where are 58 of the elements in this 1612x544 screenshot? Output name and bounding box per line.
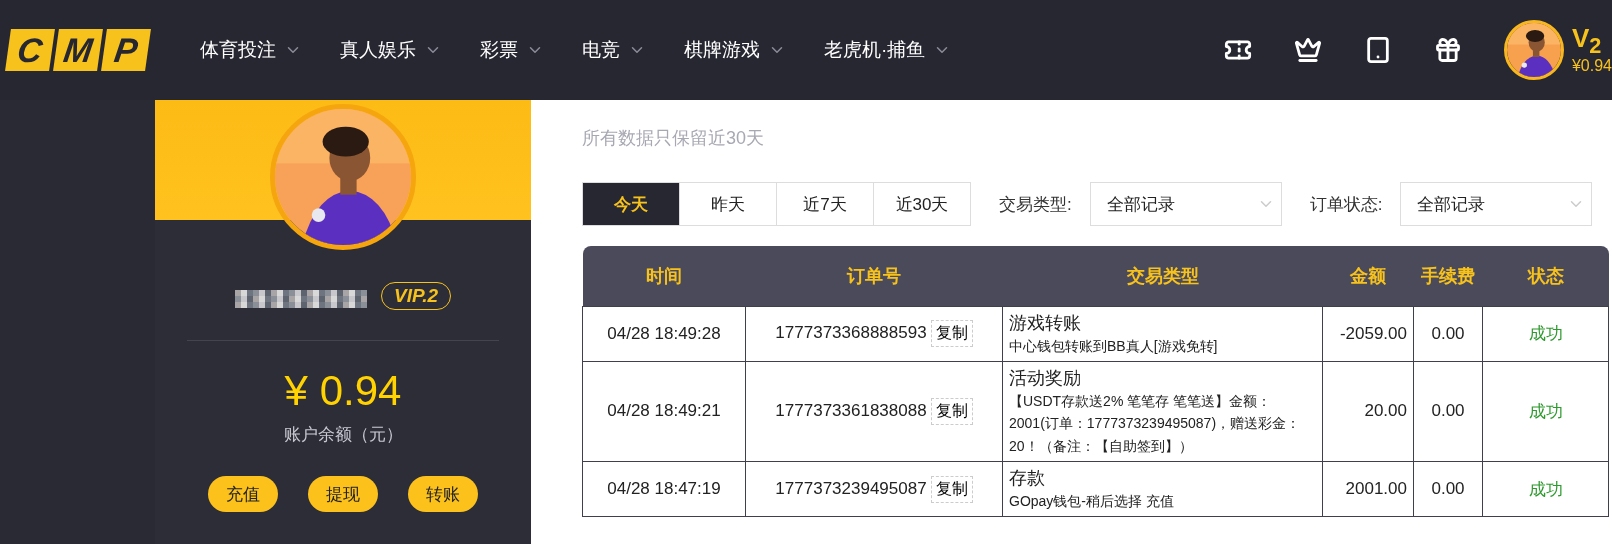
table-cell: 04/28 18:47:19 — [582, 461, 746, 517]
gift-icon[interactable] — [1433, 36, 1462, 64]
order-number: 1777373239495087 — [775, 478, 927, 498]
transaction-type: 存款 — [1009, 467, 1046, 491]
filter-select[interactable]: 全部记录 — [1089, 182, 1282, 226]
transaction-detail: 【USDT存款送2% 笔笔存 笔笔送】金额：2001(订单：1777373239495087)，赠送彩金：20！（备注：【自助签到】） — [1009, 391, 1302, 456]
logo-letter: P — [101, 29, 151, 71]
column-header: 交易类型 — [1002, 246, 1323, 306]
copy-button[interactable]: 复制 — [930, 320, 973, 348]
column-header: 订单号 — [745, 246, 1003, 306]
nav-item[interactable]: 电竞 — [582, 37, 646, 63]
nav-item[interactable]: 老虎机·捕鱼 — [824, 37, 952, 63]
date-tab[interactable]: 今天 — [582, 182, 680, 226]
order-number: 1777373368888593 — [775, 323, 927, 343]
transaction-detail: GOpay钱包-稍后选择 充值 — [1009, 492, 1175, 512]
order-number: 1777373361838088 — [775, 400, 927, 420]
column-header: 金额 — [1322, 246, 1414, 306]
subtitle: 所有数据只保留近30天 — [582, 127, 766, 150]
action-button[interactable]: 充值 — [208, 476, 278, 512]
nav-item[interactable]: 棋牌游戏 — [684, 37, 786, 63]
status-cell: 成功 — [1482, 306, 1609, 362]
date-tab[interactable]: 近7天 — [776, 182, 874, 226]
column-header: 手续费 — [1413, 246, 1483, 306]
vip-level: V$_{2}$ — [1571, 25, 1603, 57]
date-tab[interactable]: 近30天 — [873, 182, 971, 226]
avatar[interactable] — [1503, 20, 1564, 80]
nav-item[interactable]: 体育投注 — [200, 37, 302, 63]
table-cell: 04/28 18:49:28 — [582, 306, 746, 362]
filter-label: 订单状态: — [1309, 193, 1383, 216]
table-cell: 0.00 — [1413, 461, 1483, 517]
action-button[interactable]: 提现 — [308, 476, 378, 512]
crown-icon[interactable] — [1293, 36, 1322, 64]
transaction-detail: 中心钱包转账到BB真人[游戏免转] — [1009, 336, 1219, 356]
filter-select[interactable]: 全部记录 — [1400, 182, 1593, 226]
copy-button[interactable]: 复制 — [930, 475, 973, 503]
copy-button[interactable]: 复制 — [930, 397, 973, 425]
nav-item[interactable]: 真人娱乐 — [340, 37, 442, 63]
table-cell: 0.00 — [1413, 306, 1483, 362]
table-cell: 0.00 — [1413, 361, 1483, 462]
column-header: 时间 — [582, 246, 746, 306]
date-tab[interactable]: 昨天 — [679, 182, 777, 226]
balance-amount: ¥ 0.94 — [284, 367, 402, 415]
balance-label: 账户余额（元） — [283, 424, 403, 446]
table-cell: 2001.00 — [1322, 461, 1414, 517]
header-balance: ¥0.94 — [1571, 56, 1612, 75]
table-cell: 04/28 18:49:21 — [582, 361, 746, 462]
status-cell: 成功 — [1482, 461, 1609, 517]
status-cell: 成功 — [1482, 361, 1609, 462]
nav-item[interactable]: 彩票 — [480, 37, 544, 63]
table-cell: -2059.00 — [1322, 306, 1414, 362]
filter-label: 交易类型: — [999, 193, 1072, 216]
column-header: 状态 — [1482, 246, 1609, 306]
logo-letter: M — [53, 29, 103, 71]
transaction-type: 游戏转账 — [1009, 311, 1082, 335]
transaction-type: 活动奖励 — [1009, 366, 1082, 390]
action-button[interactable]: 转账 — [408, 476, 478, 512]
table-cell: 20.00 — [1322, 361, 1414, 462]
logo-letter: C — [5, 29, 55, 71]
